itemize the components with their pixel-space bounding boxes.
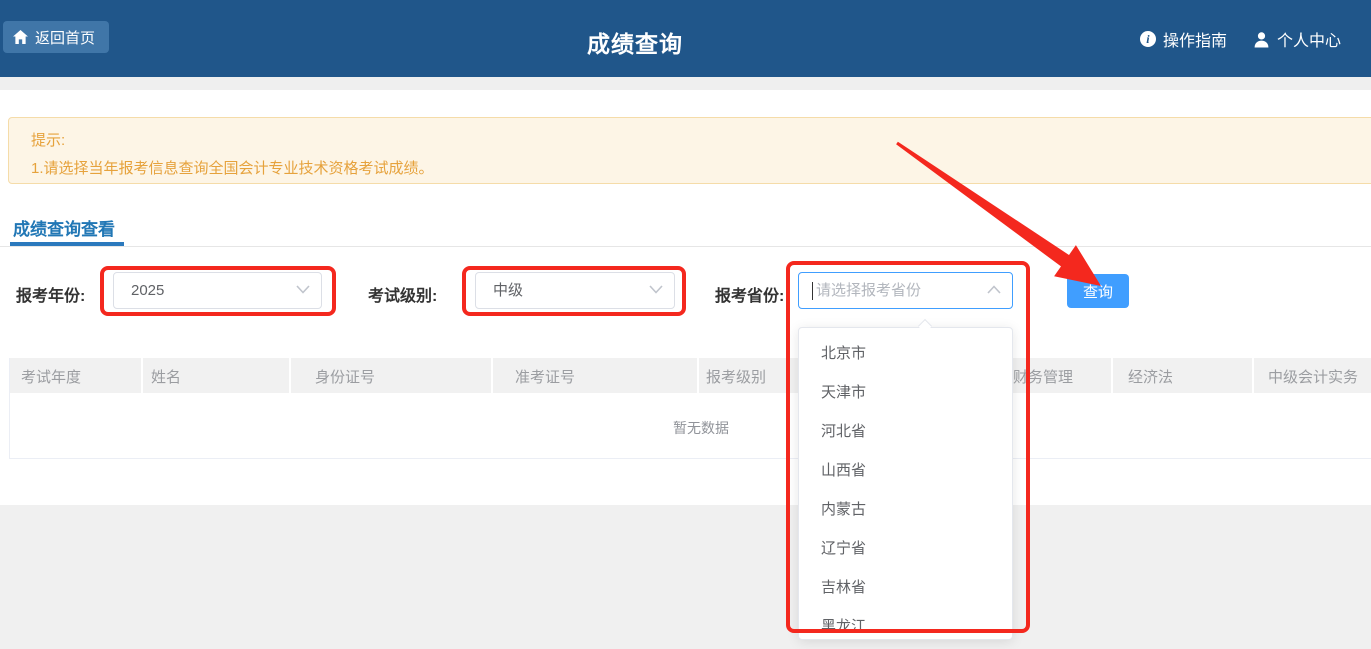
column-header-id-number: 身份证号 (315, 366, 375, 387)
dropdown-option-liaoning[interactable]: 辽宁省 (799, 529, 1012, 568)
score-query-page: 返回首页 成绩查询 i 操作指南 个人中心 提示: 1.请选择当年报考信息查询全… (0, 0, 1371, 649)
dropdown-option-jilin[interactable]: 吉林省 (799, 568, 1012, 607)
user-center-label: 个人中心 (1277, 27, 1341, 51)
back-home-button[interactable]: 返回首页 (3, 21, 109, 53)
home-icon (13, 30, 28, 44)
level-select-value: 中级 (493, 282, 523, 299)
topbar-links: i 操作指南 个人中心 (1140, 27, 1341, 51)
column-divider (141, 358, 143, 393)
dropdown-option-beijing[interactable]: 北京市 (799, 334, 1012, 373)
info-circle-icon: i (1140, 31, 1156, 47)
query-button[interactable]: 查询 (1067, 274, 1129, 308)
user-icon (1253, 31, 1270, 48)
chevron-down-icon (649, 285, 663, 294)
column-header-financial-management: 财务管理 (1013, 366, 1073, 387)
top-navigation-bar: 返回首页 成绩查询 i 操作指南 个人中心 (0, 0, 1371, 77)
column-header-intermediate-accounting: 中级会计实务 (1268, 366, 1358, 387)
column-divider (1252, 358, 1254, 393)
dropdown-option-hebei[interactable]: 河北省 (799, 412, 1012, 451)
column-divider (697, 358, 699, 393)
notice-title: 提示: (31, 129, 65, 150)
text-caret (812, 282, 813, 300)
column-divider (289, 358, 291, 393)
column-divider (491, 358, 493, 393)
year-select[interactable]: 2025 (113, 272, 322, 309)
column-header-admission-ticket: 准考证号 (515, 366, 575, 387)
back-home-label: 返回首页 (35, 27, 95, 48)
year-select-value: 2025 (131, 282, 164, 299)
results-table: 考试年度 姓名 身份证号 准考证号 报考级别 财务管理 经济法 中级会计实务 暂… (9, 358, 1371, 459)
notice-line: 1.请选择当年报考信息查询全国会计专业技术资格考试成绩。 (31, 157, 434, 178)
page-title: 成绩查询 (587, 25, 683, 59)
level-label: 考试级别: (368, 282, 437, 306)
tab-score-query-view[interactable]: 成绩查询查看 (13, 215, 115, 240)
dropdown-option-tianjin[interactable]: 天津市 (799, 373, 1012, 412)
chevron-up-icon (987, 285, 1001, 294)
tab-divider-line (0, 246, 1371, 247)
province-label: 报考省份: (715, 282, 784, 306)
column-divider (1111, 358, 1113, 393)
province-select-placeholder: 请选择报考省份 (816, 282, 921, 299)
dropdown-option-heilongjiang[interactable]: 黑龙江 (799, 607, 1012, 640)
level-select[interactable]: 中级 (475, 272, 675, 309)
notice-box: 提示: 1.请选择当年报考信息查询全国会计专业技术资格考试成绩。 (8, 117, 1371, 184)
province-dropdown-list: 北京市 天津市 河北省 山西省 内蒙古 辽宁省 吉林省 黑龙江 (799, 328, 1012, 640)
province-select[interactable]: 请选择报考省份 (798, 272, 1013, 309)
operation-guide-label: 操作指南 (1163, 27, 1227, 51)
operation-guide-link[interactable]: i 操作指南 (1140, 27, 1227, 51)
province-dropdown-panel: 北京市 天津市 河北省 山西省 内蒙古 辽宁省 吉林省 黑龙江 (798, 327, 1013, 640)
year-label: 报考年份: (16, 282, 85, 306)
table-empty-text: 暂无数据 (10, 418, 1371, 438)
table-header-row: 考试年度 姓名 身份证号 准考证号 报考级别 财务管理 经济法 中级会计实务 (10, 358, 1371, 393)
header-sub-strip (0, 77, 1371, 90)
column-header-exam-level: 报考级别 (706, 366, 766, 387)
column-header-economic-law: 经济法 (1128, 366, 1173, 387)
user-center-link[interactable]: 个人中心 (1253, 27, 1341, 51)
page-footer: 指导单位：中华人民共和国财政部 承办单位：财 网站声明 京ICP备0500286… (0, 505, 1371, 649)
column-header-name: 姓名 (151, 366, 181, 387)
dropdown-option-neimenggu[interactable]: 内蒙古 (799, 490, 1012, 529)
column-header-exam-year: 考试年度 (21, 366, 81, 387)
chevron-down-icon (296, 285, 310, 294)
dropdown-option-shanxi[interactable]: 山西省 (799, 451, 1012, 490)
